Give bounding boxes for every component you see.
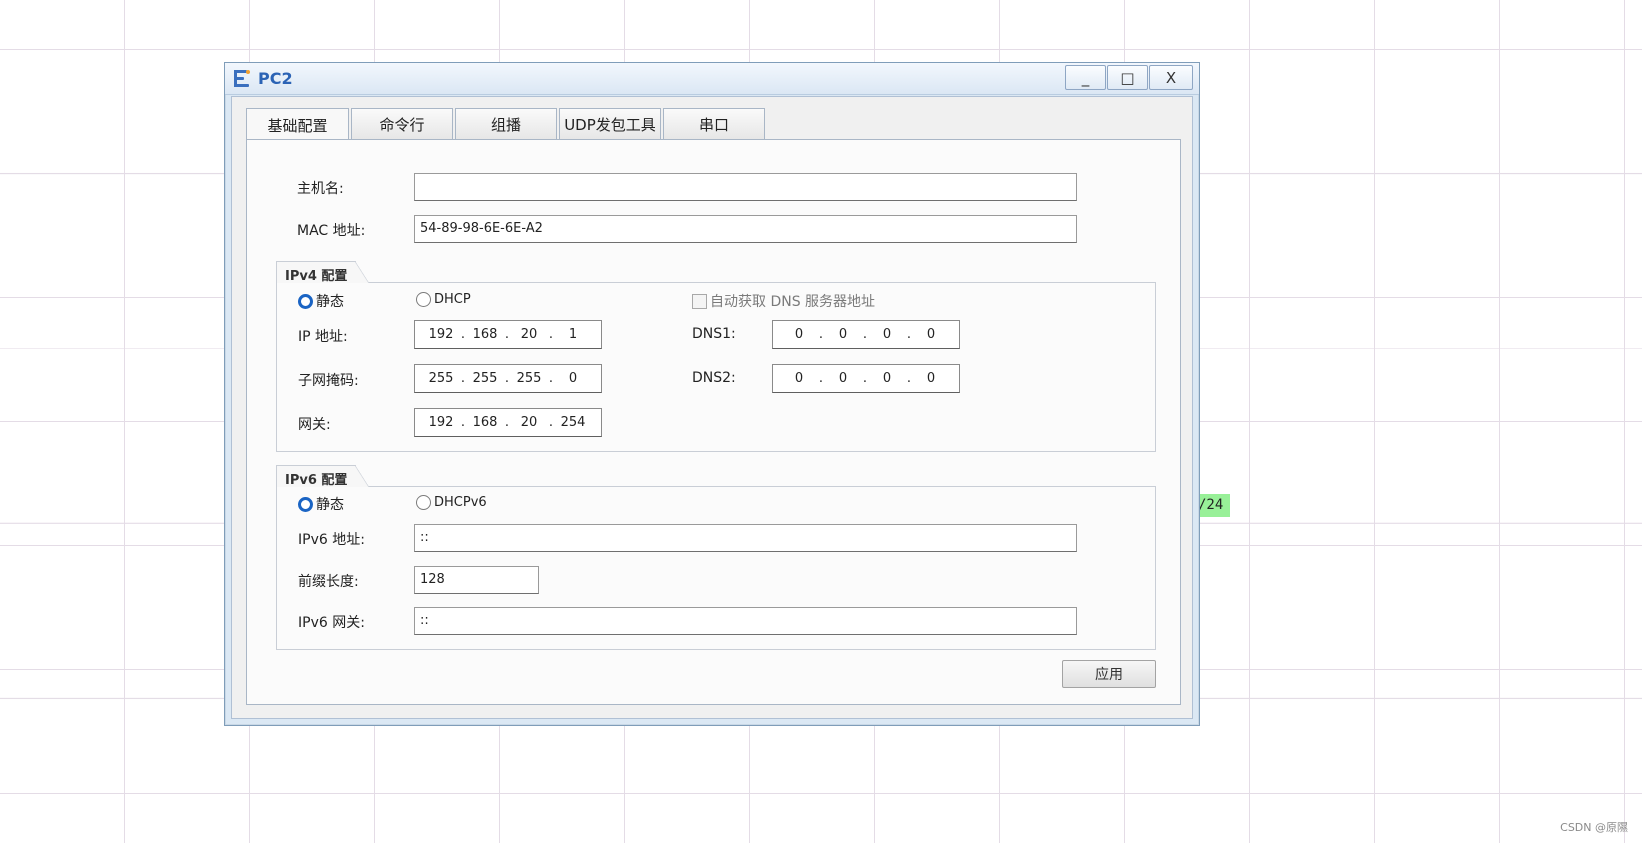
ipv4-group-title: IPv4 配置 (276, 261, 370, 284)
ip-octet: 0 (882, 371, 892, 386)
ipv4-group: IPv4 配置 静态 DHCP 自动获取 DNS 服务器地址 IP 地址: 19… (276, 261, 1156, 452)
mac-input[interactable]: 54-89-98-6E-6E-A2 (414, 215, 1077, 243)
radio-unchecked-icon (416, 292, 431, 307)
ipv6-gateway-label: IPv6 网关: (298, 615, 365, 631)
ip-octet: 0 (926, 371, 936, 386)
ip-octet: 0 (882, 327, 892, 342)
watermark: CSDN @原隰 (1560, 821, 1628, 834)
close-button[interactable]: X (1149, 65, 1193, 90)
mac-label: MAC 地址: (297, 223, 366, 239)
tab-udp-tool[interactable]: UDP发包工具 (559, 108, 661, 140)
checkbox-icon (692, 293, 707, 309)
ip-octet: 20 (520, 415, 538, 430)
minimize-button[interactable]: _ (1065, 65, 1106, 90)
dns2-input[interactable]: 0. 0. 0. 0 (772, 364, 960, 393)
pc-config-window: PC2 _ □ X 基础配置 命令行 组播 UDP发包工具 串口 主机名: MA… (224, 62, 1200, 726)
ip-address-input[interactable]: 192. 168. 20. 1 (414, 320, 602, 349)
window-title: PC2 (258, 69, 293, 88)
auto-dns-label: 自动获取 DNS 服务器地址 (710, 294, 876, 310)
auto-dns-checkbox[interactable]: 自动获取 DNS 服务器地址 (692, 291, 875, 311)
subnet-mask-label: 子网掩码: (298, 373, 359, 389)
ip-octet: 0 (838, 371, 848, 386)
window-client: 基础配置 命令行 组播 UDP发包工具 串口 主机名: MAC 地址: 54-8… (231, 96, 1193, 719)
dns2-label: DNS2: (692, 370, 736, 386)
ip-octet: 254 (560, 415, 586, 430)
ip-octet: 192 (428, 327, 454, 342)
ipv6-group-title: IPv6 配置 (276, 465, 370, 488)
tab-bar: 基础配置 命令行 组播 UDP发包工具 串口 (246, 108, 767, 141)
ip-octet: 255 (516, 371, 542, 386)
pc-app-icon (234, 70, 250, 87)
minimize-icon: _ (1081, 68, 1090, 87)
gateway-input[interactable]: 192. 168. 20. 254 (414, 408, 602, 437)
ip-octet: 0 (568, 371, 578, 386)
tab-command-line[interactable]: 命令行 (351, 108, 453, 140)
subnet-tag: /24 (1196, 494, 1230, 517)
ipv4-static-radio[interactable]: 静态 (298, 291, 344, 311)
ip-octet: 255 (472, 371, 498, 386)
ipv6-gateway-input[interactable]: :: (414, 607, 1077, 635)
ip-octet: 168 (472, 415, 498, 430)
window-controls: _ □ X (1064, 65, 1193, 90)
prefix-length-label: 前缀长度: (298, 574, 359, 590)
dns1-input[interactable]: 0. 0. 0. 0 (772, 320, 960, 349)
hostname-label: 主机名: (297, 181, 344, 197)
ip-octet: 192 (428, 415, 454, 430)
radio-checked-icon (298, 496, 313, 512)
ip-octet: 0 (794, 371, 804, 386)
radio-checked-icon (298, 293, 313, 309)
ip-octet: 168 (472, 327, 498, 342)
ip-octet: 1 (568, 327, 578, 342)
prefix-length-input[interactable]: 128 (414, 566, 539, 594)
ipv6-static-label: 静态 (316, 497, 344, 513)
hostname-input[interactable] (414, 173, 1077, 201)
ipv6-address-label: IPv6 地址: (298, 532, 365, 548)
ipv4-static-label: 静态 (316, 294, 344, 310)
dns1-label: DNS1: (692, 326, 736, 342)
radio-unchecked-icon (416, 495, 431, 510)
apply-button[interactable]: 应用 (1062, 660, 1156, 688)
ipv4-dhcp-radio[interactable]: DHCP (416, 292, 471, 307)
tab-serial[interactable]: 串口 (663, 108, 765, 140)
ipv6-address-input[interactable]: :: (414, 524, 1077, 552)
tab-multicast[interactable]: 组播 (455, 108, 557, 140)
ip-address-label: IP 地址: (298, 329, 348, 345)
ipv6-static-radio[interactable]: 静态 (298, 494, 344, 514)
close-icon: X (1165, 68, 1177, 87)
tab-basic-config[interactable]: 基础配置 (246, 108, 349, 141)
gateway-label: 网关: (298, 417, 331, 433)
maximize-button[interactable]: □ (1107, 65, 1148, 90)
ipv6-dhcp-radio[interactable]: DHCPv6 (416, 495, 487, 510)
ip-octet: 0 (794, 327, 804, 342)
ip-octet: 0 (838, 327, 848, 342)
ipv6-group: IPv6 配置 静态 DHCPv6 IPv6 地址: :: 前缀长度: 128 … (276, 465, 1156, 650)
ip-octet: 255 (428, 371, 454, 386)
ip-octet: 0 (926, 327, 936, 342)
title-bar[interactable]: PC2 _ □ X (225, 63, 1199, 95)
ip-octet: 20 (520, 327, 538, 342)
subnet-mask-input[interactable]: 255. 255. 255. 0 (414, 364, 602, 393)
ipv4-dhcp-label: DHCP (434, 292, 471, 307)
basic-config-panel: 主机名: MAC 地址: 54-89-98-6E-6E-A2 IPv4 配置 静… (246, 139, 1181, 705)
maximize-icon: □ (1120, 68, 1135, 87)
ipv6-dhcp-label: DHCPv6 (434, 495, 487, 510)
